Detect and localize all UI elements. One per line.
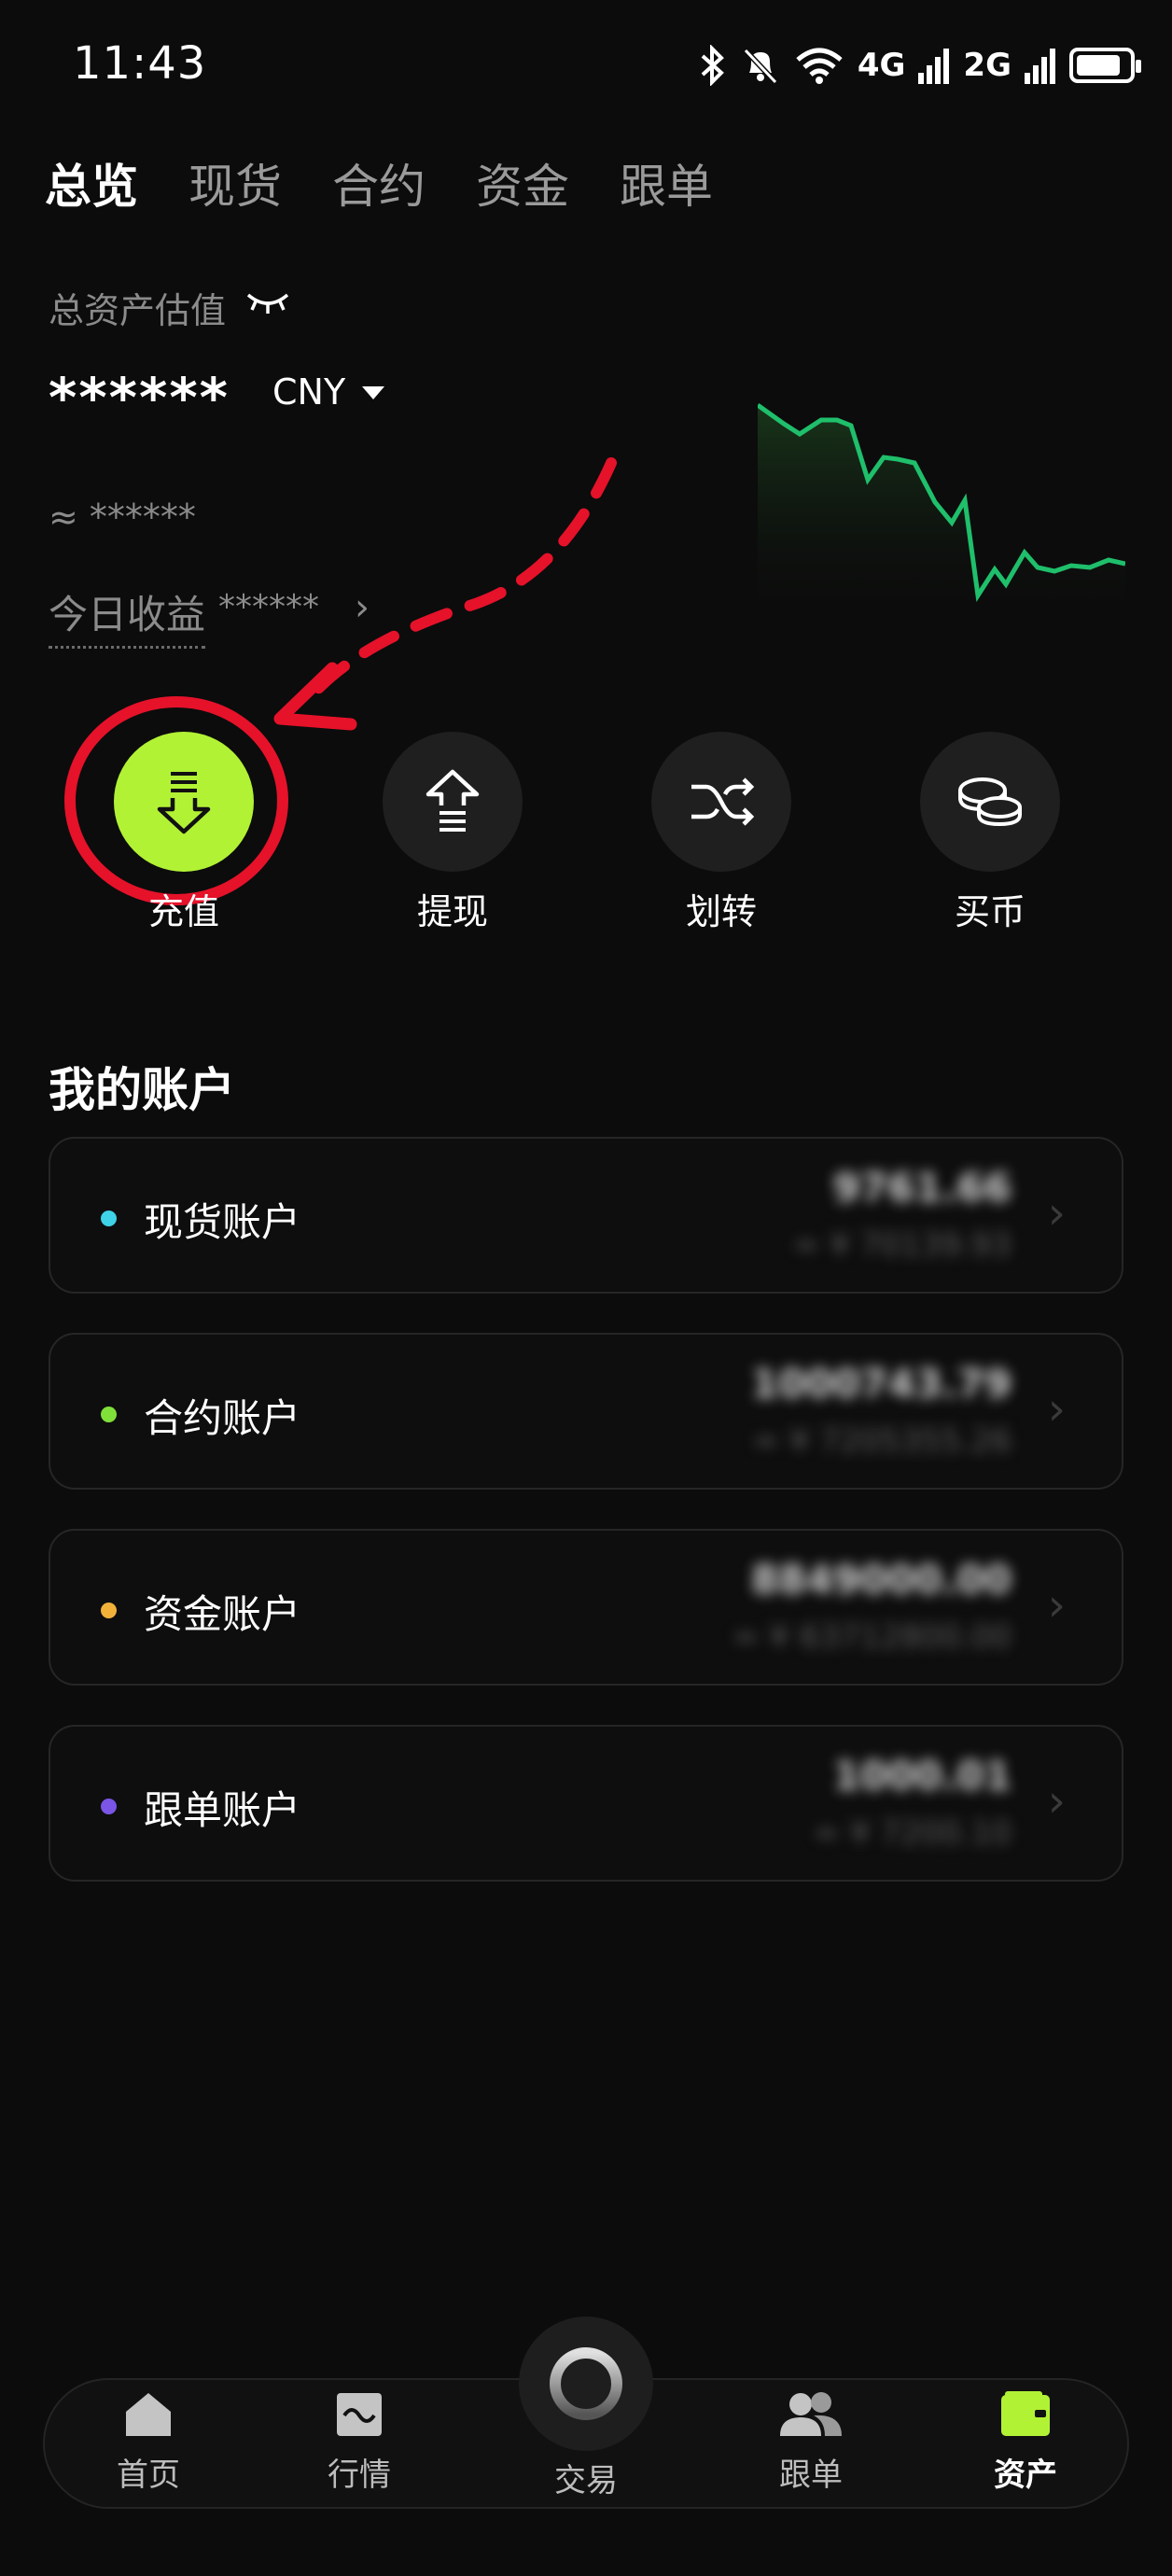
- withdraw-label: 提现: [416, 891, 488, 932]
- tab-spot[interactable]: 现货: [188, 149, 282, 217]
- today-pnl-label[interactable]: 今日收益: [49, 583, 206, 649]
- today-pnl-value: ******: [218, 588, 319, 626]
- status-time: 11:43: [73, 37, 207, 90]
- account-name: 资金账户: [144, 1591, 301, 1637]
- nav-trade-label: 交易: [554, 2462, 618, 2499]
- nav-market[interactable]: 行情: [289, 2389, 429, 2495]
- market-icon: [337, 2393, 382, 2436]
- nav-home[interactable]: 首页: [78, 2389, 218, 2495]
- wallet-icon: [1001, 2391, 1050, 2436]
- buy-crypto-button[interactable]: 买币: [920, 732, 1060, 934]
- annotation-arrowhead: [273, 662, 357, 731]
- network-2g-icon: 2G: [963, 47, 1012, 84]
- account-name: 跟单账户: [144, 1787, 301, 1833]
- account-card-futures[interactable]: 合约账户 1000743.79 ≈ ¥ 7205355.26 ›: [49, 1333, 1123, 1490]
- home-icon: [126, 2393, 171, 2436]
- deposit-icon: [157, 772, 211, 834]
- account-fiat-value: ≈ ¥ 7200.10: [813, 1814, 1012, 1852]
- account-amount: 9761.66: [832, 1165, 1012, 1211]
- top-tabs: 总览 现货 合约 资金 跟单: [45, 149, 713, 217]
- caret-down-icon[interactable]: [362, 386, 384, 399]
- account-fiat-value: ≈ ¥ 70139.93: [793, 1226, 1012, 1264]
- chevron-right-icon: ›: [1047, 1579, 1066, 1631]
- account-amount: 1000743.79: [751, 1361, 1012, 1407]
- nav-assets-label: 资产: [994, 2457, 1057, 2494]
- tab-copy-trade[interactable]: 跟单: [620, 149, 713, 217]
- account-name: 现货账户: [144, 1199, 301, 1245]
- nav-home-label: 首页: [117, 2457, 180, 2494]
- account-amount: 1000.01: [832, 1753, 1012, 1799]
- status-icons: 4G 2G: [699, 37, 1141, 93]
- tab-futures[interactable]: 合约: [332, 149, 426, 217]
- nav-trade[interactable]: 交易: [519, 2317, 653, 2500]
- approx-value: ≈ ******: [49, 497, 196, 538]
- transfer-icon: [691, 777, 755, 826]
- wifi-icon: [796, 48, 843, 84]
- deposit-button[interactable]: 充值: [114, 732, 254, 934]
- battery-icon: [1069, 48, 1141, 83]
- signal-icon-2: [1025, 49, 1055, 84]
- account-fiat-value: ≈ ¥ 7205355.26: [752, 1422, 1012, 1460]
- withdraw-icon: [426, 769, 480, 832]
- network-4g-icon: 4G: [857, 47, 906, 84]
- total-assets-value: ******: [49, 366, 230, 429]
- chevron-right-icon: ›: [1047, 1383, 1066, 1435]
- buy-crypto-icon: [958, 777, 1022, 827]
- trade-icon: [550, 2347, 622, 2420]
- buy-crypto-circle[interactable]: [920, 732, 1060, 872]
- nav-copy-trade-label: 跟单: [779, 2457, 843, 2494]
- account-card-funding[interactable]: 资金账户 8849000.00 ≈ ¥ 63712800.00 ›: [49, 1529, 1123, 1686]
- nav-copy-trade[interactable]: 跟单: [741, 2389, 881, 2495]
- chevron-right-icon: ›: [1047, 1775, 1066, 1827]
- transfer-circle[interactable]: [651, 732, 791, 872]
- tab-funding[interactable]: 资金: [476, 149, 569, 217]
- chevron-right-icon: ›: [1047, 1187, 1066, 1239]
- tab-overview[interactable]: 总览: [45, 149, 138, 217]
- annotation-dashed-arrow: [302, 457, 617, 706]
- my-accounts-title: 我的账户: [49, 1063, 235, 1117]
- trade-circle[interactable]: [519, 2317, 653, 2451]
- currency-selector[interactable]: CNY: [272, 371, 345, 413]
- total-assets-label: 总资产估值: [49, 290, 227, 331]
- nav-assets[interactable]: 资产: [956, 2389, 1095, 2495]
- buy-crypto-label: 买币: [954, 891, 1026, 932]
- withdraw-circle[interactable]: [383, 732, 523, 872]
- account-color-dot: [101, 1799, 117, 1814]
- deposit-circle[interactable]: [114, 732, 254, 872]
- withdraw-button[interactable]: 提现: [383, 732, 523, 934]
- asset-trend-sparkline: [758, 402, 1125, 616]
- transfer-label: 划转: [685, 891, 757, 932]
- transfer-button[interactable]: 划转: [651, 732, 791, 934]
- account-card-spot[interactable]: 现货账户 9761.66 ≈ ¥ 70139.93 ›: [49, 1137, 1123, 1294]
- mute-bell-icon: [743, 48, 778, 85]
- account-color-dot: [101, 1407, 117, 1422]
- account-color-dot: [101, 1603, 117, 1618]
- nav-market-label: 行情: [328, 2457, 391, 2494]
- chevron-right-icon[interactable]: ›: [355, 586, 370, 629]
- copy-trade-icon: [780, 2392, 842, 2436]
- account-amount: 8849000.00: [751, 1557, 1012, 1603]
- account-name: 合约账户: [144, 1395, 301, 1441]
- account-color-dot: [101, 1211, 117, 1226]
- deposit-label: 充值: [147, 891, 219, 932]
- account-fiat-value: ≈ ¥ 63712800.00: [732, 1618, 1012, 1656]
- hide-balance-eye-icon[interactable]: [244, 287, 291, 315]
- signal-icon: [918, 49, 950, 84]
- bluetooth-icon: [701, 45, 724, 86]
- account-card-copy-trade[interactable]: 跟单账户 1000.01 ≈ ¥ 7200.10 ›: [49, 1725, 1123, 1882]
